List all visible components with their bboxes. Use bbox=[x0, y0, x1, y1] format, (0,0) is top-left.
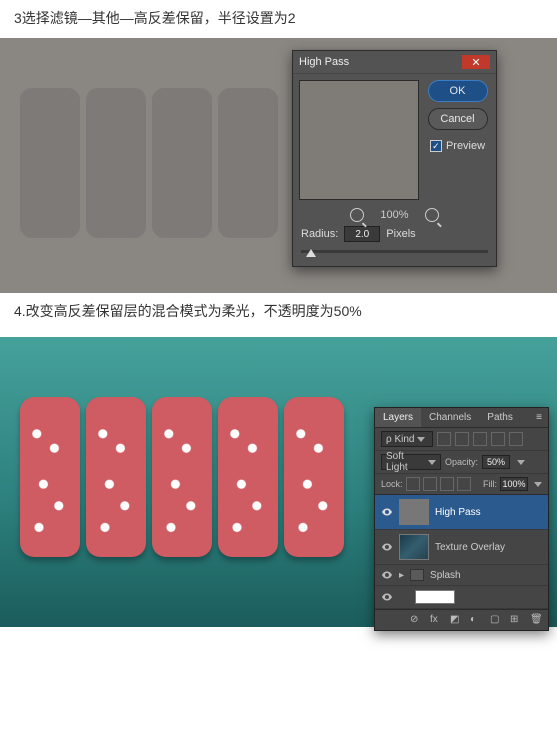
lock-position-icon[interactable] bbox=[440, 477, 454, 491]
preview-checkbox-row[interactable]: ✓ Preview bbox=[430, 140, 485, 152]
filter-shape-icon[interactable] bbox=[491, 432, 505, 446]
filter-row: ρ Kind bbox=[375, 428, 548, 451]
opacity-input[interactable] bbox=[482, 455, 510, 469]
blend-row: Soft Light Opacity: bbox=[375, 451, 548, 474]
layer-row[interactable]: High Pass bbox=[375, 495, 548, 530]
visibility-eye-icon[interactable] bbox=[381, 541, 393, 553]
filter-type-icon[interactable] bbox=[473, 432, 487, 446]
ok-button[interactable]: OK bbox=[428, 80, 488, 102]
zoom-in-icon[interactable] bbox=[425, 208, 439, 222]
new-layer-icon[interactable]: ⊞ bbox=[510, 614, 522, 626]
mask-icon[interactable]: ◩ bbox=[450, 614, 462, 626]
background-letters-color bbox=[20, 397, 344, 557]
letter-shape bbox=[218, 397, 278, 557]
filter-smart-icon[interactable] bbox=[509, 432, 523, 446]
opacity-label: Opacity: bbox=[445, 457, 478, 467]
layer-row[interactable]: Texture Overlay bbox=[375, 530, 548, 565]
lock-label: Lock: bbox=[381, 479, 403, 489]
radius-label: Radius: bbox=[301, 228, 338, 240]
visibility-eye-icon[interactable] bbox=[381, 591, 393, 603]
layer-row[interactable] bbox=[375, 586, 548, 609]
panel-menu-icon[interactable]: ≡ bbox=[530, 408, 548, 427]
radius-slider[interactable] bbox=[293, 250, 496, 266]
layer-row[interactable]: ▸ Splash bbox=[375, 565, 548, 586]
lock-pixels-icon[interactable] bbox=[423, 477, 437, 491]
cancel-button[interactable]: Cancel bbox=[428, 108, 488, 130]
letter-shape bbox=[86, 397, 146, 557]
layer-name[interactable]: High Pass bbox=[435, 507, 481, 518]
layers-panel: Layers Channels Paths ≡ ρ Kind Soft Ligh… bbox=[374, 407, 549, 631]
filter-pixel-icon[interactable] bbox=[437, 432, 451, 446]
visibility-eye-icon[interactable] bbox=[381, 506, 393, 518]
layer-thumbnail[interactable] bbox=[415, 590, 455, 604]
slider-track bbox=[301, 250, 488, 253]
high-pass-dialog: High Pass ✕ OK Cancel ✓ Preview 100% Rad… bbox=[292, 50, 497, 267]
dialog-titlebar[interactable]: High Pass ✕ bbox=[293, 51, 496, 74]
checkbox-icon[interactable]: ✓ bbox=[430, 140, 442, 152]
letter-shape bbox=[20, 88, 80, 238]
group-folder-icon bbox=[410, 569, 424, 581]
chevron-down-icon bbox=[428, 460, 436, 465]
group-icon[interactable]: ▢ bbox=[490, 614, 502, 626]
tab-paths[interactable]: Paths bbox=[479, 408, 521, 427]
layer-name[interactable]: Splash bbox=[430, 570, 461, 581]
step-4-instruction: 4.改变高反差保留层的混合模式为柔光，不透明度为50% bbox=[0, 293, 557, 331]
zoom-controls: 100% bbox=[293, 206, 496, 226]
trash-icon[interactable]: 🗑 bbox=[530, 614, 542, 626]
blend-mode-dropdown[interactable]: Soft Light bbox=[381, 454, 441, 470]
radius-unit: Pixels bbox=[386, 228, 415, 240]
fill-input[interactable] bbox=[500, 477, 528, 491]
letter-shape bbox=[152, 88, 212, 238]
preview-label: Preview bbox=[446, 140, 485, 152]
fx-icon[interactable]: fx bbox=[430, 614, 442, 626]
fill-label: Fill: bbox=[483, 479, 497, 489]
link-layers-icon[interactable]: ⊘ bbox=[410, 614, 422, 626]
preview-thumbnail[interactable] bbox=[299, 80, 419, 200]
letter-shape bbox=[86, 88, 146, 238]
group-expand-icon[interactable]: ▸ bbox=[399, 570, 404, 581]
lock-transparency-icon[interactable] bbox=[406, 477, 420, 491]
layer-name[interactable]: Texture Overlay bbox=[435, 542, 505, 553]
layer-list: High Pass Texture Overlay ▸ Splash bbox=[375, 495, 548, 609]
panel-tabs: Layers Channels Paths ≡ bbox=[375, 408, 548, 428]
layer-thumbnail[interactable] bbox=[399, 499, 429, 525]
letter-shape bbox=[218, 88, 278, 238]
chevron-down-icon bbox=[417, 437, 425, 442]
zoom-percentage: 100% bbox=[380, 209, 408, 221]
lock-row: Lock: Fill: bbox=[375, 474, 548, 495]
radius-input[interactable] bbox=[344, 226, 380, 242]
slider-thumb-icon[interactable] bbox=[306, 249, 316, 257]
figure-result: Layers Channels Paths ≡ ρ Kind Soft Ligh… bbox=[0, 337, 557, 627]
chevron-down-icon[interactable] bbox=[534, 482, 542, 487]
tab-channels[interactable]: Channels bbox=[421, 408, 479, 427]
blend-mode-value: Soft Light bbox=[386, 451, 425, 473]
zoom-out-icon[interactable] bbox=[350, 208, 364, 222]
kind-label: ρ Kind bbox=[386, 434, 414, 445]
letter-shape bbox=[152, 397, 212, 557]
close-icon[interactable]: ✕ bbox=[462, 55, 490, 69]
letter-shape bbox=[284, 397, 344, 557]
figure-high-pass: High Pass ✕ OK Cancel ✓ Preview 100% Rad… bbox=[0, 38, 557, 293]
tab-layers[interactable]: Layers bbox=[375, 408, 421, 427]
chevron-down-icon[interactable] bbox=[517, 460, 525, 465]
step-3-instruction: 3选择滤镜—其他—高反差保留，半径设置为2 bbox=[0, 0, 557, 38]
filter-adjust-icon[interactable] bbox=[455, 432, 469, 446]
kind-dropdown[interactable]: ρ Kind bbox=[381, 431, 433, 447]
background-letters-gray bbox=[20, 88, 278, 238]
panel-footer: ⊘ fx ◩ ◐ ▢ ⊞ 🗑 bbox=[375, 609, 548, 630]
layer-thumbnail[interactable] bbox=[399, 534, 429, 560]
visibility-eye-icon[interactable] bbox=[381, 569, 393, 581]
dialog-title: High Pass bbox=[299, 56, 349, 68]
lock-all-icon[interactable] bbox=[457, 477, 471, 491]
adjustment-icon[interactable]: ◐ bbox=[470, 614, 482, 626]
letter-shape bbox=[20, 397, 80, 557]
